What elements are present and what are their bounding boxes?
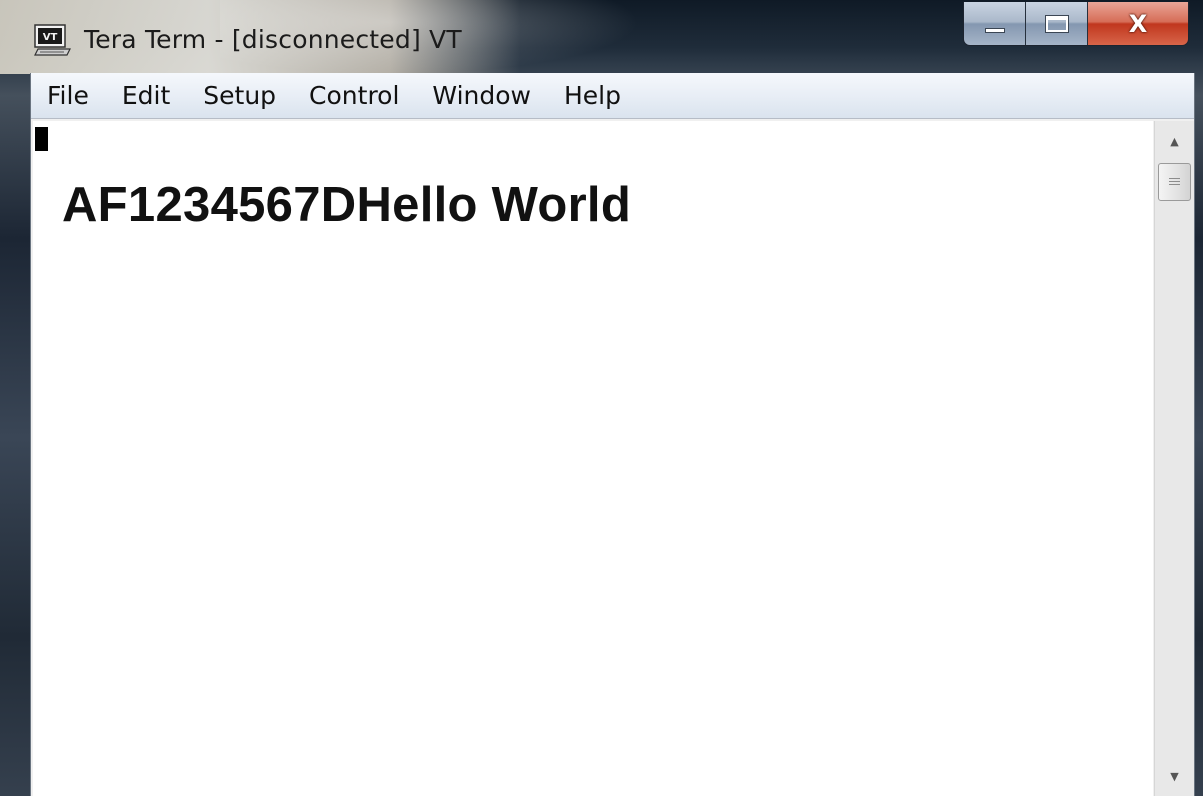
text-cursor [35, 127, 48, 151]
vt-terminal-icon[interactable]: VT [34, 24, 72, 56]
title-bar[interactable]: VT Tera Term - [disconnected] VT X [0, 0, 1203, 74]
arrow-up-icon: ▲ [1170, 134, 1179, 148]
menu-bar: File Edit Setup Control Window Help [31, 73, 1194, 119]
menu-edit[interactable]: Edit [112, 76, 180, 116]
menu-window[interactable]: Window [422, 76, 541, 116]
menu-file[interactable]: File [37, 76, 99, 116]
tera-term-window: VT Tera Term - [disconnected] VT X File … [0, 0, 1203, 796]
scroll-down-button[interactable]: ▼ [1155, 756, 1194, 796]
arrow-down-icon: ▼ [1170, 769, 1179, 783]
vt-icon-label: VT [43, 32, 58, 43]
menu-control[interactable]: Control [299, 76, 409, 116]
maximize-button[interactable] [1026, 2, 1088, 45]
minimize-button[interactable] [964, 2, 1026, 45]
client-area: File Edit Setup Control Window Help AF12… [30, 73, 1195, 796]
maximize-icon [1044, 15, 1069, 33]
window-title: Tera Term - [disconnected] VT [84, 25, 462, 54]
caption-buttons: X [963, 2, 1189, 46]
scroll-up-button[interactable]: ▲ [1155, 121, 1194, 161]
vertical-scrollbar[interactable]: ▲ ▼ [1154, 121, 1194, 796]
menu-help[interactable]: Help [554, 76, 631, 116]
minimize-icon [984, 27, 1005, 33]
terminal-line: AF1234567DHello World [62, 178, 632, 232]
grip-icon [1169, 178, 1180, 186]
scroll-thumb[interactable] [1158, 163, 1191, 201]
close-icon: X [1128, 10, 1148, 38]
close-button[interactable]: X [1088, 2, 1188, 45]
menu-setup[interactable]: Setup [193, 76, 286, 116]
terminal-screen[interactable]: AF1234567DHello World [33, 121, 1153, 796]
